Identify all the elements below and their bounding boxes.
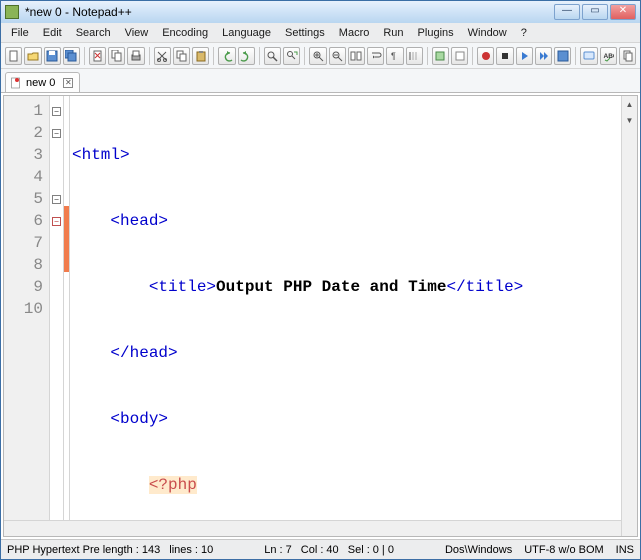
menu-plugins[interactable]: Plugins <box>412 25 460 41</box>
menu-run[interactable]: Run <box>377 25 409 41</box>
menu-file[interactable]: File <box>5 25 35 41</box>
menu-search[interactable]: Search <box>70 25 117 41</box>
menubar: File Edit Search View Encoding Language … <box>1 23 640 43</box>
line-number: 7 <box>4 232 43 254</box>
change-marker <box>64 228 69 250</box>
toolbar-separator <box>213 47 214 65</box>
close-file-button[interactable] <box>89 47 106 65</box>
menu-help[interactable]: ? <box>515 25 533 41</box>
monitor-button[interactable] <box>580 47 597 65</box>
zoom-out-button[interactable] <box>329 47 346 65</box>
statusbar: PHP Hypertext Pre length :143 lines :10 … <box>1 539 640 559</box>
status-encoding: UTF-8 w/o BOM <box>524 544 603 556</box>
toolbar: ¶ ABC <box>1 43 640 69</box>
copy-button[interactable] <box>173 47 190 65</box>
paste-button[interactable] <box>192 47 209 65</box>
save-macro-button[interactable] <box>554 47 571 65</box>
tab-label: new 0 <box>26 77 55 89</box>
app-window: *new 0 - Notepad++ — ▭ ✕ File Edit Searc… <box>0 0 641 560</box>
cut-button[interactable] <box>154 47 171 65</box>
record-macro-button[interactable] <box>477 47 494 65</box>
toolbar-separator <box>149 47 150 65</box>
minimize-button[interactable]: — <box>554 4 580 20</box>
doc-switcher-button[interactable] <box>619 47 636 65</box>
horizontal-scrollbar[interactable] <box>4 520 621 536</box>
window-title: *new 0 - Notepad++ <box>25 5 554 19</box>
menu-edit[interactable]: Edit <box>37 25 68 41</box>
status-caret: Ln :7 Col :40 Sel :0 | 0 <box>264 544 394 556</box>
menu-settings[interactable]: Settings <box>279 25 331 41</box>
menu-encoding[interactable]: Encoding <box>156 25 214 41</box>
close-button[interactable]: ✕ <box>610 4 636 20</box>
menu-window[interactable]: Window <box>462 25 513 41</box>
change-marker <box>64 206 69 228</box>
fold-toggle-icon[interactable]: − <box>52 195 61 204</box>
tab-close-icon[interactable]: ✕ <box>63 78 73 88</box>
change-marker <box>64 250 69 272</box>
toolbar-separator <box>259 47 260 65</box>
new-file-button[interactable] <box>5 47 22 65</box>
menu-view[interactable]: View <box>119 25 155 41</box>
toolbar-separator <box>575 47 576 65</box>
status-eol: Dos\Windows <box>445 544 512 556</box>
spellcheck-button[interactable]: ABC <box>600 47 617 65</box>
fold-toggle-icon[interactable]: − <box>52 107 61 116</box>
show-chars-button[interactable]: ¶ <box>386 47 403 65</box>
vertical-scrollbar[interactable]: ▲ ▼ <box>621 96 637 536</box>
scroll-down-icon[interactable]: ▼ <box>622 112 637 128</box>
undo-button[interactable] <box>218 47 235 65</box>
line-number: 6 <box>4 210 43 232</box>
save-all-button[interactable] <box>63 47 80 65</box>
status-language: PHP Hypertext Pre length :143 lines :10 <box>7 544 213 556</box>
scroll-up-icon[interactable]: ▲ <box>622 96 637 112</box>
doc-map-button[interactable] <box>451 47 468 65</box>
indent-guide-button[interactable] <box>406 47 423 65</box>
fold-column: − − − − <box>50 96 64 536</box>
line-number: 2 <box>4 122 43 144</box>
sync-scroll-button[interactable] <box>348 47 365 65</box>
play-macro-button[interactable] <box>516 47 533 65</box>
line-number-gutter: 1 2 3 4 5 6 7 8 9 10 <box>4 96 50 536</box>
line-number: 8 <box>4 254 43 276</box>
find-button[interactable] <box>264 47 281 65</box>
menu-macro[interactable]: Macro <box>333 25 376 41</box>
maximize-button[interactable]: ▭ <box>582 4 608 20</box>
menu-language[interactable]: Language <box>216 25 277 41</box>
play-multi-button[interactable] <box>535 47 552 65</box>
toolbar-separator <box>84 47 85 65</box>
toolbar-separator <box>304 47 305 65</box>
open-file-button[interactable] <box>24 47 41 65</box>
line-number: 1 <box>4 100 43 122</box>
toolbar-separator <box>472 47 473 65</box>
window-controls: — ▭ ✕ <box>554 4 636 20</box>
app-icon <box>5 5 19 19</box>
zoom-in-button[interactable] <box>309 47 326 65</box>
stop-macro-button[interactable] <box>496 47 513 65</box>
tabbar: new 0 ✕ <box>1 69 640 93</box>
replace-button[interactable] <box>283 47 300 65</box>
tab-active[interactable]: new 0 ✕ <box>5 72 80 92</box>
line-number: 5 <box>4 188 43 210</box>
line-number: 9 <box>4 276 43 298</box>
redo-button[interactable] <box>238 47 255 65</box>
file-modified-icon <box>10 77 22 89</box>
titlebar[interactable]: *new 0 - Notepad++ — ▭ ✕ <box>1 1 640 23</box>
status-mode: INS <box>616 544 634 556</box>
editor[interactable]: 1 2 3 4 5 6 7 8 9 10 − − − − <box>3 95 638 537</box>
print-button[interactable] <box>127 47 144 65</box>
fold-toggle-icon[interactable]: − <box>52 129 61 138</box>
toolbar-separator <box>427 47 428 65</box>
line-number: 10 <box>4 298 43 320</box>
save-button[interactable] <box>44 47 61 65</box>
code-area[interactable]: <html> <head> <title>Output PHP Date and… <box>70 96 637 536</box>
close-all-button[interactable] <box>108 47 125 65</box>
line-number: 4 <box>4 166 43 188</box>
svg-text:¶: ¶ <box>391 51 396 61</box>
word-wrap-button[interactable] <box>367 47 384 65</box>
fold-toggle-icon[interactable]: − <box>52 217 61 226</box>
function-list-button[interactable] <box>432 47 449 65</box>
line-number: 3 <box>4 144 43 166</box>
